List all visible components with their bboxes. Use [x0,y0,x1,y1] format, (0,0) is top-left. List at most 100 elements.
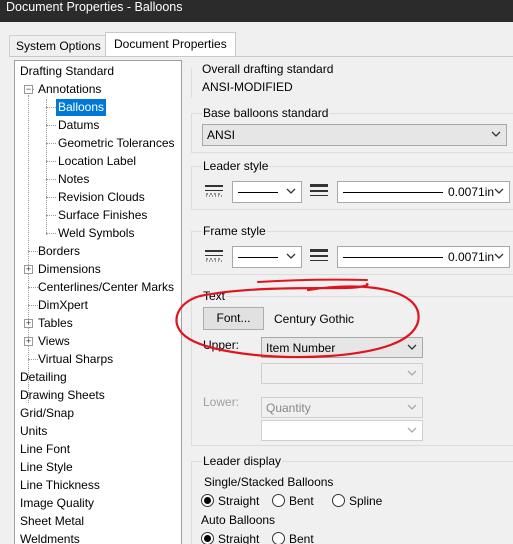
chevron-down-icon [407,344,417,350]
tree-item-balloons[interactable]: Balloons [56,99,107,116]
line-style-preview [238,192,278,193]
tree-item-notes[interactable]: Notes [58,171,89,188]
leader-style-group: Leader style 0.0071in [191,159,513,210]
tree-item-units[interactable]: Units [20,423,47,440]
auto-straight-label: Straight [218,532,260,544]
tree-connector [28,287,38,288]
tree-item-line-style[interactable]: Line Style [20,459,73,476]
text-group-title: Text [202,289,227,303]
tab-document-properties[interactable]: Document Properties [105,32,236,57]
overall-standard-group: Overall drafting standard ANSI-MODIFIED [191,62,513,98]
leader-display-group: Leader display Single/Stacked Balloons S… [191,454,513,544]
chevron-down-icon [286,188,296,194]
line-style-preview [238,257,278,258]
radio-selected-icon [201,532,214,544]
font-button[interactable]: Font... [203,307,264,330]
frame-thickness-value: 0.0071in [448,250,495,264]
radio-selected-icon [201,494,214,507]
tree-item-revision-clouds[interactable]: Revision Clouds [58,189,145,206]
frame-style-title: Frame style [202,224,267,238]
tree-item-virtual-sharps[interactable]: Virtual Sharps [38,351,113,368]
frame-line-style-select[interactable] [232,246,302,268]
tree-item-line-thickness[interactable]: Line Thickness [20,477,100,494]
expand-icon[interactable]: + [24,337,33,346]
tree-item-sheet-metal[interactable]: Sheet Metal [20,513,84,530]
tree-item-line-font[interactable]: Line Font [20,441,70,458]
annotation-stroke [257,278,368,283]
line-style-icon [205,185,223,197]
upper-text-select[interactable]: Item Number [261,337,423,358]
tree-connector [28,95,29,403]
chevron-down-icon [407,404,417,410]
tree-item-tables[interactable]: Tables [38,315,73,332]
chevron-down-icon [491,131,501,137]
leader-display-title: Leader display [202,454,283,468]
base-balloons-select[interactable]: ANSI [202,124,507,146]
window-title: Document Properties - Balloons [6,0,183,14]
upper-custom-select[interactable] [261,363,423,384]
radio-icon [332,494,345,507]
collapse-icon[interactable]: − [24,85,33,94]
chevron-down-icon [407,427,417,433]
tree-item-drafting-standard[interactable]: Drafting Standard [20,63,114,80]
line-thickness-preview [343,257,443,258]
line-thickness-icon [310,184,328,196]
tree-item-centerlines[interactable]: Centerlines/Center Marks [38,279,174,296]
tree-connector [46,161,56,162]
tree-item-grid-snap[interactable]: Grid/Snap [20,405,74,422]
tree-item-geometric-tolerances[interactable]: Geometric Tolerances [58,135,175,152]
font-name: Century Gothic [274,312,355,326]
frame-thickness-select[interactable]: 0.0071in [337,246,510,268]
tree-item-views[interactable]: Views [38,333,70,350]
options-tree[interactable]: − + + + Drafting Standard Annotations Ba… [14,60,182,544]
chevron-down-icon [407,370,417,376]
tree-connector [46,233,56,234]
base-balloons-value: ANSI [207,128,236,142]
tree-item-dimensions[interactable]: Dimensions [38,261,101,278]
lower-custom-select[interactable] [261,420,423,441]
window-title-bar: Document Properties - Balloons [0,0,513,22]
tree-connector [46,215,56,216]
tree-connector [46,125,56,126]
chevron-down-icon [286,253,296,259]
tree-connector [28,305,38,306]
single-balloons-label: Single/Stacked Balloons [204,475,334,489]
upper-label: Upper: [203,338,240,352]
line-style-icon [205,250,223,262]
leader-thickness-value: 0.0071in [448,185,495,199]
frame-style-group: Frame style 0.0071in [191,224,513,275]
tree-connector [46,107,56,108]
expand-icon[interactable]: + [24,319,33,328]
lower-text-value: Quantity [266,401,311,415]
tree-connector [46,143,56,144]
single-straight-label: Straight [218,494,260,508]
lower-text-select[interactable]: Quantity [261,397,423,418]
tree-item-weld-symbols[interactable]: Weld Symbols [58,225,134,242]
tab-system-options[interactable]: System Options [9,35,108,57]
line-thickness-preview [343,192,443,193]
chevron-down-icon [494,188,504,194]
tree-item-annotations[interactable]: Annotations [38,81,101,98]
tree-item-drawing-sheets[interactable]: Drawing Sheets [20,387,105,404]
tree-connector [28,251,38,252]
upper-text-value: Item Number [266,341,336,355]
tree-connector [28,359,38,360]
leader-style-title: Leader style [202,159,270,173]
leader-thickness-select[interactable]: 0.0071in [337,181,510,203]
leader-line-style-select[interactable] [232,181,302,203]
text-group: Text Font... Century Gothic Upper: Item … [191,289,513,446]
radio-icon [272,532,285,544]
line-thickness-icon [310,249,328,261]
tree-item-location-label[interactable]: Location Label [58,153,136,170]
tree-item-weldments[interactable]: Weldments [20,531,80,544]
tab-divider [9,56,513,57]
tree-item-datums[interactable]: Datums [58,117,99,134]
tree-item-borders[interactable]: Borders [38,243,80,260]
expand-icon[interactable]: + [24,265,33,274]
tree-item-dimxpert[interactable]: DimXpert [38,297,88,314]
tree-item-detailing[interactable]: Detailing [20,369,67,386]
tree-item-surface-finishes[interactable]: Surface Finishes [58,207,147,224]
tree-item-image-quality[interactable]: Image Quality [20,495,94,512]
chevron-down-icon [494,253,504,259]
auto-balloons-label: Auto Balloons [201,513,276,527]
